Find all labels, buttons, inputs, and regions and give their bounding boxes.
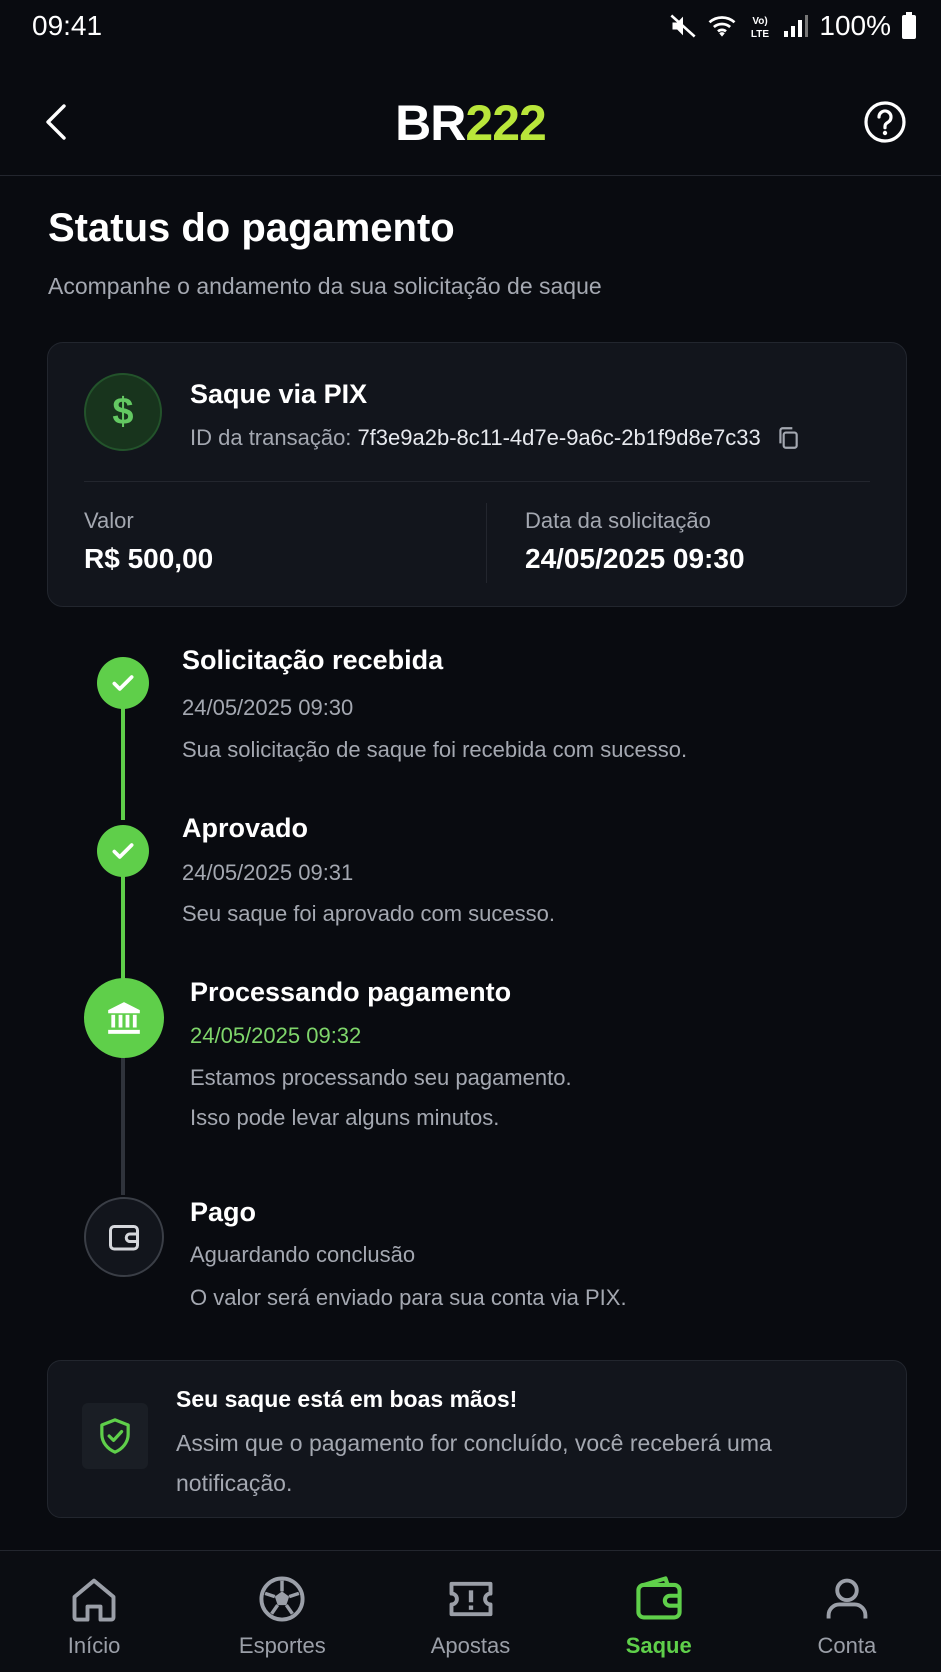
- step-active-icon: [84, 978, 164, 1058]
- amount-label: Valor: [84, 508, 134, 533]
- nav-label: Saque: [625, 1633, 692, 1658]
- step-done-icon: [97, 657, 149, 709]
- brand-logo: BR222: [0, 94, 941, 152]
- shield-badge: [82, 1403, 148, 1469]
- battery-icon: [902, 12, 916, 39]
- amount-value: R$ 500,00: [84, 543, 214, 574]
- step-title: Aprovado: [182, 813, 309, 843]
- step-date: 24/05/2025 09:30: [182, 695, 354, 720]
- step-description: O valor será enviado para sua conta via …: [190, 1285, 627, 1310]
- volte-bottom-text: LTE: [751, 29, 769, 40]
- nav-label: Esportes: [238, 1633, 326, 1658]
- step-description: Estamos processando seu pagamento.: [190, 1065, 572, 1090]
- info-card: Seu saque está em boas mãos! Assim que o…: [47, 1360, 907, 1518]
- check-icon: [112, 675, 134, 691]
- date-label: Data da solicitação: [525, 508, 711, 533]
- timeline-connector-done: [121, 690, 125, 820]
- step-description: Isso pode levar alguns minutos.: [190, 1105, 500, 1130]
- step-title: Processando pagamento: [190, 977, 512, 1007]
- bank-icon: [108, 1002, 140, 1034]
- date-value: 24/05/2025 09:30: [525, 543, 745, 574]
- mute-icon: [670, 14, 696, 38]
- soccer-ball-icon: [259, 1576, 305, 1622]
- status-icons: Vo) LTE 100%: [669, 10, 917, 42]
- bottom-navigation: Início Esportes Apostas Saque Conta: [0, 1550, 941, 1672]
- dollar-icon: $: [84, 373, 162, 451]
- transaction-id-row: ID da transação: 7f3e9a2b-8c11-4d7e-9a6c…: [190, 425, 801, 451]
- nav-label: Apostas: [430, 1633, 511, 1658]
- page-title: Status do pagamento: [48, 206, 455, 250]
- signal-icon: [784, 15, 809, 37]
- page-subtitle: Acompanhe o andamento da sua solicitação…: [48, 273, 602, 299]
- info-title: Seu saque está em boas mãos!: [176, 1386, 518, 1412]
- battery-percent: 100%: [819, 10, 891, 41]
- wallet-icon: [109, 1225, 139, 1251]
- ticket-icon: [449, 1581, 492, 1617]
- shield-check-icon: [100, 1418, 130, 1454]
- transaction-id-label: ID da transação:: [190, 425, 352, 450]
- card-vertical-divider: [486, 503, 487, 583]
- check-icon: [112, 843, 134, 859]
- status-bar: 09:41 Vo) LTE 100%: [0, 0, 941, 60]
- help-icon: [864, 101, 906, 143]
- step-date-active: 24/05/2025 09:32: [190, 1023, 362, 1048]
- card-divider: [84, 481, 870, 482]
- timeline-connector-pending: [121, 1055, 125, 1195]
- step-pending-icon: [84, 1197, 164, 1277]
- step-done-icon: [97, 825, 149, 877]
- info-text: Assim que o pagamento for concluído, voc…: [176, 1430, 772, 1496]
- volte-top-text: Vo): [753, 16, 768, 27]
- volte-icon: Vo) LTE: [751, 16, 769, 40]
- wifi-icon: [708, 16, 736, 37]
- step-title: Solicitação recebida: [182, 645, 444, 675]
- transaction-id-value: 7f3e9a2b-8c11-4d7e-9a6c-2b1f9d8e7c33: [357, 425, 761, 450]
- wallet-icon: [636, 1576, 682, 1620]
- status-time: 09:41: [32, 10, 103, 41]
- nav-inicio[interactable]: Início: [0, 1551, 188, 1672]
- step-description: Sua solicitação de saque foi recebida co…: [182, 737, 688, 762]
- app-header: BR222: [0, 64, 941, 176]
- user-icon: [826, 1578, 868, 1619]
- transaction-card: $ Saque via PIX ID da transação: 7f3e9a2…: [47, 342, 907, 607]
- copy-id-button[interactable]: [775, 425, 801, 451]
- nav-saque[interactable]: Saque: [565, 1551, 753, 1672]
- nav-label: Conta: [817, 1633, 877, 1658]
- nav-conta[interactable]: Conta: [753, 1551, 941, 1672]
- step-description: Seu saque foi aprovado com sucesso.: [182, 901, 556, 926]
- help-button[interactable]: [863, 100, 907, 144]
- logo-letters: BR: [395, 95, 466, 151]
- copy-icon: [779, 427, 798, 449]
- nav-label: Início: [67, 1633, 121, 1658]
- transaction-title: Saque via PIX: [190, 379, 368, 409]
- step-title: Pago: [190, 1197, 257, 1227]
- step-date: 24/05/2025 09:31: [182, 860, 354, 885]
- step-status: Aguardando conclusão: [190, 1242, 416, 1267]
- logo-number: 222: [465, 95, 546, 151]
- nav-esportes[interactable]: Esportes: [188, 1551, 376, 1672]
- home-icon: [72, 1578, 116, 1622]
- nav-apostas[interactable]: Apostas: [376, 1551, 564, 1672]
